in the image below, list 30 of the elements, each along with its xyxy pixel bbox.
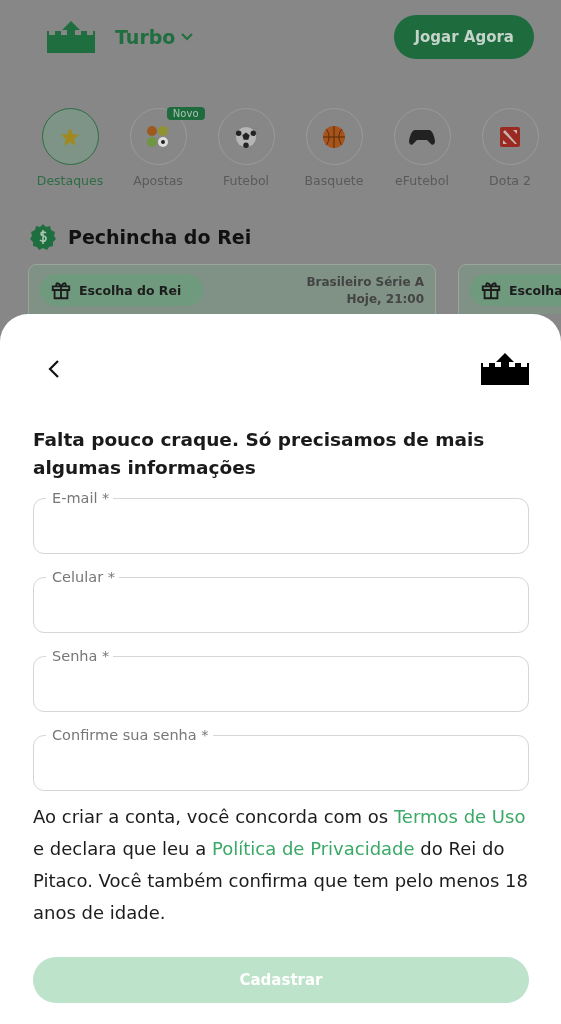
section-title: Pechincha do Rei: [68, 226, 252, 248]
match-card[interactable]: Escolha do Rei Brasileiro Série A Hoje, 21:00: [28, 264, 436, 314]
brand-name[interactable]: Turbo: [115, 26, 176, 48]
sports-balls-icon: [146, 124, 170, 149]
category-label[interactable]: Destaques: [36, 173, 104, 188]
castle-logo: [481, 353, 529, 385]
input-field[interactable]: Confirme sua senha *: [33, 727, 529, 791]
match-time: Hoje, 21:00: [346, 291, 424, 308]
league-name: Brasileiro Série A: [306, 274, 424, 291]
play-now-button[interactable]: Jogar Agora: [394, 15, 534, 59]
new-badge: Novo: [166, 107, 205, 120]
chevron-down-icon[interactable]: [181, 33, 194, 41]
terms-link[interactable]: Termos de Uso: [393, 806, 526, 827]
chip-label: Escolha: [509, 282, 561, 298]
form-heading: Falta pouco craque. Só precisamos de mais algumas informações: [33, 428, 486, 480]
soccer-ball-icon: [235, 125, 257, 148]
chip-label: Escolha do Rei: [79, 282, 182, 298]
gift-icon: [50, 279, 72, 301]
input-field[interactable]: E-mail *: [33, 490, 529, 554]
terms-text: Ao criar a conta, você concorda com os Termos de Uso e declara que leu a Política de Privacidade do Rei do Pitaco. Você também confirma que tem pelo menos 18 anos de idade.: [33, 805, 529, 925]
gift-icon: [480, 279, 502, 301]
back-icon[interactable]: [48, 360, 60, 378]
input-field[interactable]: Celular *: [33, 569, 529, 633]
input-field[interactable]: Senha *: [33, 648, 529, 712]
match-card[interactable]: Escolha: [458, 264, 561, 314]
castle-logo: [47, 21, 95, 53]
basketball-icon: [322, 124, 346, 149]
terms-link[interactable]: Política de Privacidade: [211, 838, 415, 859]
game-logo-icon: [500, 126, 520, 147]
dollar-badge-icon: [30, 224, 56, 250]
